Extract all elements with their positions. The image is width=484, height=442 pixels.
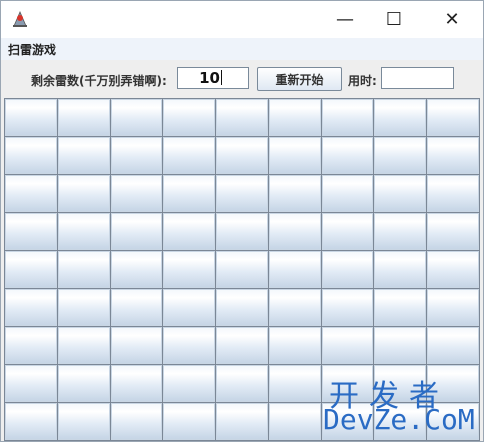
- mine-cell[interactable]: [427, 403, 479, 440]
- mine-cell[interactable]: [427, 137, 479, 174]
- mine-cell[interactable]: [110, 365, 163, 402]
- mine-cell[interactable]: [321, 289, 374, 326]
- mine-cell[interactable]: [57, 403, 110, 440]
- mine-cell[interactable]: [163, 403, 216, 440]
- mine-cell[interactable]: [110, 403, 163, 440]
- mine-cell[interactable]: [374, 137, 427, 174]
- mine-cell[interactable]: [268, 175, 321, 212]
- mine-cell[interactable]: [163, 137, 216, 174]
- mine-cell[interactable]: [163, 99, 216, 136]
- mine-cell[interactable]: [110, 213, 163, 250]
- menu-minesweeper-game[interactable]: 扫雷游戏: [8, 41, 56, 58]
- game-window: — ☐ ✕ 扫雷游戏 剩余雷数(千万别弄错啊): 10 重新开始 用时: 开发者…: [0, 0, 484, 442]
- mine-cell[interactable]: [268, 403, 321, 440]
- restart-button[interactable]: 重新开始: [257, 67, 342, 91]
- mine-cell[interactable]: [110, 175, 163, 212]
- mine-cell[interactable]: [427, 213, 479, 250]
- mine-cell[interactable]: [110, 99, 163, 136]
- mine-cell[interactable]: [5, 99, 57, 136]
- mine-cell[interactable]: [374, 251, 427, 288]
- mine-cell[interactable]: [5, 403, 57, 440]
- mine-cell[interactable]: [321, 137, 374, 174]
- mine-cell[interactable]: [216, 251, 268, 288]
- mine-cell[interactable]: [5, 137, 57, 174]
- mine-cell[interactable]: [268, 213, 321, 250]
- mine-cell[interactable]: [268, 289, 321, 326]
- mine-cell[interactable]: [268, 365, 321, 402]
- mine-cell[interactable]: [427, 365, 479, 402]
- elapsed-time-label: 用时:: [348, 74, 377, 88]
- mine-cell[interactable]: [57, 289, 110, 326]
- mine-cell[interactable]: [216, 289, 268, 326]
- remaining-mines-label: 剩余雷数(千万别弄错啊):: [31, 74, 167, 88]
- menu-bar: 扫雷游戏: [1, 38, 483, 60]
- title-bar[interactable]: — ☐ ✕: [1, 1, 483, 38]
- mine-cell[interactable]: [321, 327, 374, 364]
- mine-cell[interactable]: [57, 99, 110, 136]
- mine-cell[interactable]: [5, 365, 57, 402]
- remaining-mines-field[interactable]: 10: [177, 67, 249, 89]
- mine-cell[interactable]: [216, 137, 268, 174]
- mine-cell[interactable]: [163, 289, 216, 326]
- mine-cell[interactable]: [374, 289, 427, 326]
- mine-cell[interactable]: [427, 251, 479, 288]
- mine-cell[interactable]: [216, 365, 268, 402]
- mine-cell[interactable]: [427, 289, 479, 326]
- mine-cell[interactable]: [57, 175, 110, 212]
- mine-cell[interactable]: [57, 327, 110, 364]
- mine-cell[interactable]: [57, 251, 110, 288]
- remaining-mines-value: 10: [199, 69, 220, 87]
- mine-cell[interactable]: [321, 99, 374, 136]
- mine-cell[interactable]: [216, 213, 268, 250]
- mine-cell[interactable]: [110, 289, 163, 326]
- mine-cell[interactable]: [374, 99, 427, 136]
- mine-cell[interactable]: [374, 327, 427, 364]
- mine-cell[interactable]: [216, 99, 268, 136]
- mine-cell[interactable]: [5, 289, 57, 326]
- java-duke-icon: [10, 9, 30, 29]
- mine-cell[interactable]: [374, 403, 427, 440]
- mine-cell[interactable]: [427, 99, 479, 136]
- close-button[interactable]: ✕: [429, 1, 475, 38]
- mine-cell[interactable]: [216, 403, 268, 440]
- mine-cell[interactable]: [321, 175, 374, 212]
- mine-cell[interactable]: [5, 213, 57, 250]
- minimize-button[interactable]: —: [322, 1, 368, 38]
- mine-cell[interactable]: [268, 327, 321, 364]
- elapsed-time-field[interactable]: [381, 67, 454, 89]
- mine-cell[interactable]: [374, 213, 427, 250]
- mine-cell[interactable]: [321, 365, 374, 402]
- mine-cell[interactable]: [163, 175, 216, 212]
- mine-cell[interactable]: [268, 251, 321, 288]
- mine-cell[interactable]: [374, 365, 427, 402]
- mine-cell[interactable]: [163, 251, 216, 288]
- maximize-button[interactable]: ☐: [371, 1, 417, 38]
- mine-cell[interactable]: [5, 327, 57, 364]
- mine-cell[interactable]: [163, 327, 216, 364]
- mine-cell[interactable]: [427, 327, 479, 364]
- mine-cell[interactable]: [427, 175, 479, 212]
- mine-cell[interactable]: [163, 365, 216, 402]
- mine-cell[interactable]: [5, 175, 57, 212]
- mine-cell[interactable]: [321, 251, 374, 288]
- mine-cell[interactable]: [268, 99, 321, 136]
- mine-cell[interactable]: [110, 251, 163, 288]
- minefield-grid: [4, 98, 480, 441]
- mine-cell[interactable]: [268, 137, 321, 174]
- mine-cell[interactable]: [110, 327, 163, 364]
- text-caret: [221, 70, 222, 85]
- mine-cell[interactable]: [57, 365, 110, 402]
- mine-cell[interactable]: [57, 137, 110, 174]
- status-toolbar: 剩余雷数(千万别弄错啊): 10 重新开始 用时:: [1, 60, 483, 98]
- mine-cell[interactable]: [321, 403, 374, 440]
- mine-cell[interactable]: [5, 251, 57, 288]
- mine-cell[interactable]: [57, 213, 110, 250]
- mine-cell[interactable]: [163, 213, 216, 250]
- mine-cell[interactable]: [216, 175, 268, 212]
- mine-cell[interactable]: [110, 137, 163, 174]
- mine-cell[interactable]: [216, 327, 268, 364]
- mine-cell[interactable]: [321, 213, 374, 250]
- mine-cell[interactable]: [374, 175, 427, 212]
